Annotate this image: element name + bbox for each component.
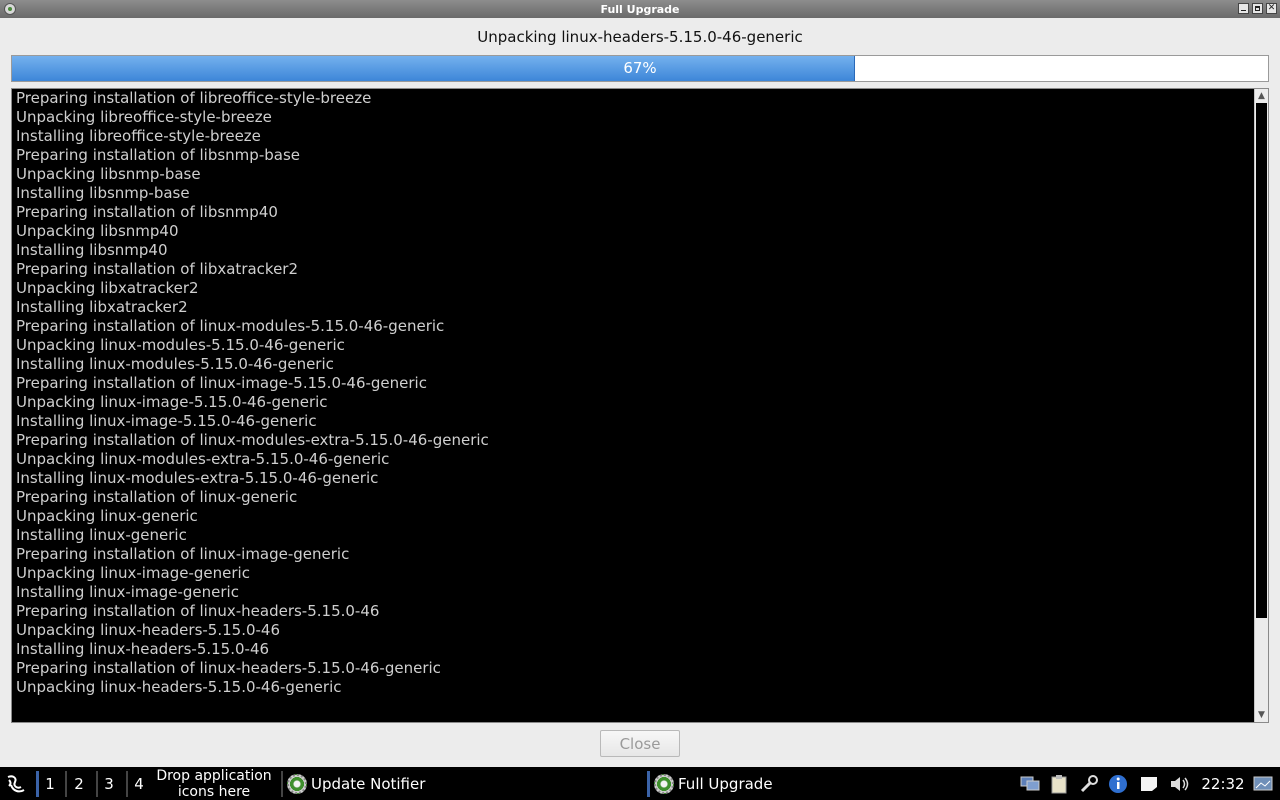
- drop-text-line1: Drop application: [156, 767, 272, 784]
- terminal-line: Unpacking libsnmp40: [16, 222, 179, 240]
- desktop-3[interactable]: 3: [98, 767, 120, 800]
- terminal-line: Unpacking linux-modules-5.15.0-46-generi…: [16, 336, 345, 354]
- minimize-icon[interactable]: [1238, 3, 1249, 14]
- close-button[interactable]: Close: [600, 730, 680, 757]
- network-icon[interactable]: [1019, 767, 1041, 800]
- window-controls: ✕: [1238, 3, 1277, 14]
- terminal-line: Preparing installation of linux-image-ge…: [16, 545, 350, 563]
- app-icon[interactable]: [4, 3, 16, 15]
- terminal-line: Unpacking linux-generic: [16, 507, 198, 525]
- progress-label: 67%: [623, 59, 657, 77]
- speaker-icon: [1171, 776, 1189, 791]
- status-text: Unpacking linux-headers-5.15.0-46-generi…: [477, 28, 803, 46]
- close-window-icon[interactable]: ✕: [1266, 3, 1277, 14]
- taskbar: 1 2 3 4 Drop application icons here Upda…: [0, 767, 1280, 800]
- note-sheet-icon: [1141, 776, 1157, 791]
- window-title: Full Upgrade: [600, 2, 680, 16]
- terminal-line: Installing linux-generic: [16, 526, 187, 544]
- terminal-line: Installing libsnmp40: [16, 241, 168, 259]
- desktop-separator: [65, 771, 67, 797]
- scroll-thumb[interactable]: [1256, 103, 1267, 618]
- scroll-down-icon[interactable]: ▼: [1255, 709, 1268, 721]
- info-icon[interactable]: [1107, 767, 1129, 800]
- tools-icon[interactable]: [1078, 767, 1100, 800]
- terminal-line: Installing libsnmp-base: [16, 184, 190, 202]
- terminal-line: Unpacking linux-modules-extra-5.15.0-46-…: [16, 450, 390, 468]
- terminal-line: Installing linux-image-generic: [16, 583, 239, 601]
- terminal-line: Unpacking libxatracker2: [16, 279, 199, 297]
- clock[interactable]: 22:32: [1198, 767, 1248, 800]
- terminal-line: Preparing installation of linux-modules-…: [16, 431, 489, 449]
- terminal-line: Installing linux-modules-5.15.0-46-gener…: [16, 355, 334, 373]
- terminal-line: Preparing installation of libsnmp40: [16, 203, 278, 221]
- task-update-notifier[interactable]: Update Notifier: [287, 767, 425, 800]
- terminal-line: Preparing installation of linux-generic: [16, 488, 298, 506]
- terminal-line: Installing libreoffice-style-breeze: [16, 127, 261, 145]
- scroll-up-icon[interactable]: ▲: [1255, 90, 1268, 102]
- terminal-line: Installing libxatracker2: [16, 298, 188, 316]
- terminal-line: Preparing installation of linux-image-5.…: [16, 374, 427, 392]
- terminal-lines: Preparing installation of libreoffice-st…: [16, 89, 1252, 722]
- clipboard-icon[interactable]: [1048, 767, 1070, 800]
- show-desktop-icon[interactable]: [1252, 767, 1274, 800]
- desktop-1[interactable]: 1: [39, 767, 61, 800]
- terminal-output[interactable]: Preparing installation of libreoffice-st…: [11, 88, 1269, 723]
- desktop-2[interactable]: 2: [68, 767, 90, 800]
- terminal-line: Installing linux-image-5.15.0-46-generic: [16, 412, 317, 430]
- main-menu-icon: [7, 774, 25, 792]
- terminal-line: Installing linux-headers-5.15.0-46: [16, 640, 270, 658]
- terminal-line: Preparing installation of libreoffice-st…: [16, 89, 372, 107]
- desktop-4[interactable]: 4: [128, 767, 150, 800]
- terminal-line: Installing linux-modules-extra-5.15.0-46…: [16, 469, 379, 487]
- task-full-upgrade[interactable]: Full Upgrade: [654, 767, 773, 800]
- window-titlebar[interactable]: Full Upgrade ✕: [0, 0, 1280, 18]
- terminal-line: Preparing installation of linux-headers-…: [16, 602, 380, 620]
- terminal-line: Preparing installation of libsnmp-base: [16, 146, 300, 164]
- terminal-line: Unpacking libreoffice-style-breeze: [16, 108, 272, 126]
- taskbar-separator: [281, 771, 283, 797]
- desktop-icon: [1253, 776, 1273, 790]
- notes-icon[interactable]: [1138, 767, 1160, 800]
- update-gear-icon: [287, 773, 307, 794]
- volume-icon[interactable]: [1169, 767, 1191, 800]
- terminal-line: Unpacking linux-image-5.15.0-46-generic: [16, 393, 328, 411]
- active-task-indicator: [647, 771, 650, 797]
- update-gear-icon: [654, 773, 674, 794]
- maximize-icon[interactable]: [1252, 3, 1263, 14]
- clipboard-shape-icon: [1051, 774, 1067, 793]
- terminal-line: Unpacking linux-headers-5.15.0-46-generi…: [16, 678, 342, 696]
- terminal-line: Unpacking linux-image-generic: [16, 564, 250, 582]
- terminal-line: Preparing installation of linux-modules-…: [16, 317, 445, 335]
- terminal-line: Preparing installation of libxatracker2: [16, 260, 299, 278]
- terminal-line: Preparing installation of linux-headers-…: [16, 659, 441, 677]
- lxqt-menu-icon[interactable]: [3, 767, 29, 800]
- network-monitor-icon: [1020, 776, 1040, 790]
- info-circle-icon: [1109, 774, 1127, 793]
- quicklaunch-drop-area[interactable]: Drop application icons here: [150, 767, 278, 800]
- terminal-line: Unpacking linux-headers-5.15.0-46: [16, 621, 281, 639]
- progress-bar: 67%: [11, 55, 1269, 82]
- terminal-scrollbar[interactable]: ▲ ▼: [1254, 89, 1268, 722]
- task-label: Full Upgrade: [678, 774, 773, 793]
- drop-text-line2: icons here: [177, 783, 251, 800]
- terminal-line: Unpacking libsnmp-base: [16, 165, 201, 183]
- task-label: Update Notifier: [311, 774, 426, 793]
- wrench-icon: [1080, 774, 1098, 792]
